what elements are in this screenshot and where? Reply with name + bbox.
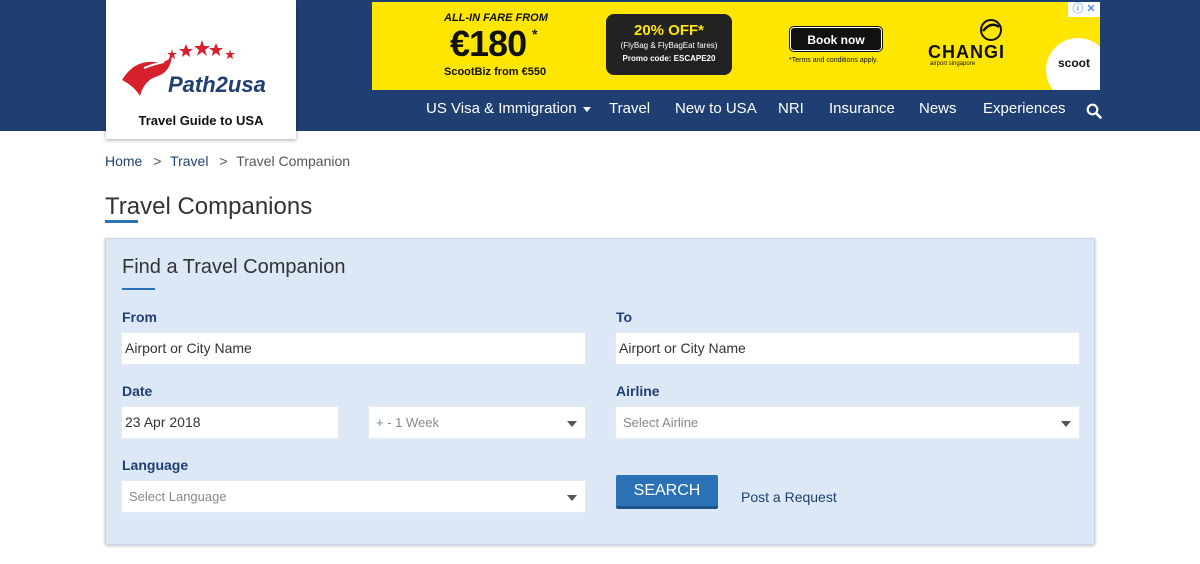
ad-offer-title: 20% OFF* <box>633 22 705 39</box>
language-select[interactable]: Select Language <box>121 480 586 513</box>
path2usa-logo-icon: Path2usa <box>122 40 266 97</box>
panel-title-underline <box>122 288 155 290</box>
nav-us-visa-label: US Visa & Immigration <box>426 100 577 117</box>
nav-us-visa[interactable]: US Visa & Immigration <box>426 100 591 117</box>
nav-nri[interactable]: NRI <box>778 100 804 117</box>
site-logo[interactable]: Path2usa Travel Guide to USA <box>106 0 296 139</box>
ad-changi-logo: CHANGI <box>928 42 1005 62</box>
nav-experiences[interactable]: Experiences <box>983 100 1066 117</box>
ad-biz-fare: ScootBiz from €550 <box>444 66 547 78</box>
breadcrumb-separator: > <box>219 153 228 169</box>
breadcrumb: Home > Travel > Travel Companion <box>105 153 350 169</box>
chevron-down-icon <box>567 495 577 501</box>
page-title: Travel Companions <box>105 193 313 220</box>
ad-price: €180 <box>450 23 527 64</box>
nav-news[interactable]: News <box>919 100 957 117</box>
ad-terms: *Terms and conditions apply. <box>789 57 878 64</box>
caret-down-icon <box>582 106 591 112</box>
date-label: Date <box>122 383 153 399</box>
breadcrumb-home[interactable]: Home <box>105 153 142 169</box>
search-icon[interactable] <box>1086 103 1102 119</box>
ad-book-now-button[interactable]: Book now <box>790 27 882 51</box>
airline-select[interactable]: Select Airline <box>615 406 1080 439</box>
nav-travel[interactable]: Travel <box>609 100 650 117</box>
logo-tagline: Travel Guide to USA <box>138 113 264 128</box>
ad-scoot-logo: scoot <box>1058 56 1091 70</box>
from-label: From <box>122 309 157 325</box>
ad-changi-subtitle: airport singapore <box>930 61 976 67</box>
to-label: To <box>616 309 633 325</box>
nav-new-to-usa[interactable]: New to USA <box>675 100 757 117</box>
title-underline <box>105 220 138 223</box>
date-range-value: + - 1 Week <box>376 415 439 430</box>
language-value: Select Language <box>129 489 227 504</box>
breadcrumb-separator: > <box>153 153 162 169</box>
from-input[interactable]: Airport or City Name <box>121 332 586 365</box>
panel-title: Find a Travel Companion <box>122 256 346 278</box>
language-label: Language <box>122 457 189 473</box>
ad-offer-promo: Promo code: ESCAPE20 <box>622 54 716 63</box>
chevron-down-icon <box>1061 421 1071 427</box>
ad-offer-box: 20% OFF* (FlyBag & FlyBagEat fares) Prom… <box>606 14 732 75</box>
date-input[interactable]: 23 Apr 2018 <box>121 406 339 439</box>
ad-price-asterisk: * <box>532 26 538 42</box>
airline-value: Select Airline <box>623 415 699 430</box>
airline-label: Airline <box>616 383 660 399</box>
search-button[interactable]: SEARCH <box>616 475 718 509</box>
date-range-select[interactable]: + - 1 Week <box>368 406 586 439</box>
chevron-down-icon <box>567 421 577 427</box>
breadcrumb-current: Travel Companion <box>236 153 351 169</box>
nav-insurance[interactable]: Insurance <box>829 100 895 117</box>
advertisement-banner[interactable]: ALL-IN FARE FROM €180 * ScootBiz from €5… <box>372 2 1100 90</box>
logo-text: Path2usa <box>168 72 266 97</box>
ad-info-close-icon[interactable]: ⓘ ✕ <box>1068 2 1100 17</box>
breadcrumb-travel[interactable]: Travel <box>170 153 208 169</box>
post-request-link[interactable]: Post a Request <box>741 489 837 505</box>
ad-offer-subtitle: (FlyBag & FlyBagEat fares) <box>620 41 718 50</box>
changi-logo-icon <box>980 19 1002 41</box>
to-input[interactable]: Airport or City Name <box>615 332 1080 365</box>
find-companion-panel: Find a Travel Companion From Airport or … <box>105 238 1095 545</box>
